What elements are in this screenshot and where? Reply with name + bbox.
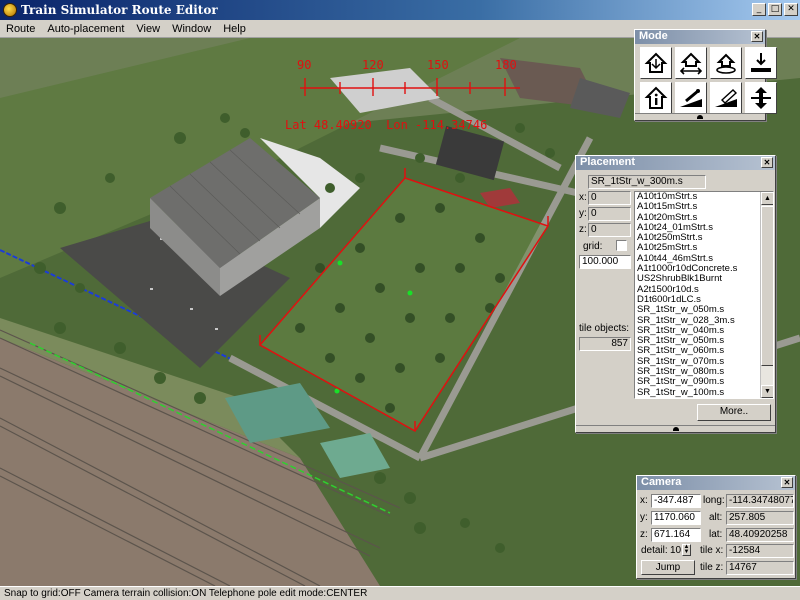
- mode-title-text: Mode: [639, 30, 668, 42]
- tile-objects-count: 857: [579, 337, 631, 351]
- object-list-scrollbar[interactable]: ▲ ▼: [760, 192, 773, 398]
- tile-objects-label: tile objects:: [579, 323, 630, 334]
- grid-size-input[interactable]: 100.000: [579, 255, 631, 269]
- window-title-bar: Train Simulator Route Editor _ □ ✕: [0, 0, 800, 20]
- compass-label-180: 180: [495, 58, 517, 72]
- status-bar: Snap to grid:OFF Camera terrain collisio…: [0, 586, 800, 600]
- placement-x-label: x:: [579, 192, 587, 203]
- info-icon: [644, 86, 668, 109]
- tile-z-field: 14767: [726, 561, 794, 575]
- camera-z-field[interactable]: 671.164: [651, 528, 701, 542]
- mode-rotate-button[interactable]: [710, 47, 742, 79]
- mode-raise-lower-button[interactable]: [745, 82, 777, 114]
- placement-close-button[interactable]: ✕: [761, 157, 773, 168]
- mode-move-button[interactable]: [675, 47, 707, 79]
- mode-close-button[interactable]: ✕: [751, 31, 763, 42]
- camera-lat-field: 48.40920258: [726, 528, 794, 542]
- detail-label: detail:: [641, 545, 668, 556]
- detail-spinner[interactable]: ▲ ▼: [682, 544, 691, 556]
- camera-panel: Camera ✕ x: -347.487 y: 1170.060 z: 671.…: [636, 475, 796, 579]
- mode-slope-button[interactable]: [675, 82, 707, 114]
- camera-z-label: z:: [640, 529, 648, 540]
- detail-value: 10: [670, 545, 682, 556]
- camera-long-field: -114.34748077: [726, 494, 794, 508]
- camera-lat-label: lat:: [709, 529, 723, 540]
- object-list[interactable]: A10t10mStrt.s A10t15mStrt.s A10t20mStrt.s A…: [634, 191, 774, 399]
- placement-panel-title: Placement ✕: [576, 156, 775, 170]
- jump-button[interactable]: Jump: [641, 560, 695, 575]
- placement-panel: Placement ✕ SR_1tStr_w_300m.s x: 0 y: 0 …: [575, 155, 776, 433]
- close-button[interactable]: ✕: [784, 3, 798, 16]
- placement-panel-grip[interactable]: [576, 425, 775, 432]
- app-icon: [3, 3, 17, 17]
- lower-object-icon: [751, 53, 771, 72]
- compass-label-150: 150: [427, 58, 449, 72]
- placement-z-field[interactable]: 0: [588, 223, 631, 237]
- maximize-button[interactable]: □: [768, 3, 782, 16]
- grid-label: grid:: [583, 241, 603, 252]
- lat-lon-readout: Lat 48.40920 Lon -114.34746: [285, 118, 488, 132]
- mode-panel: Mode ✕: [634, 29, 777, 121]
- tile-z-label: tile z:: [700, 562, 724, 573]
- tile-x-label: tile x:: [700, 545, 724, 556]
- minimize-button[interactable]: _: [752, 3, 766, 16]
- placement-y-field[interactable]: 0: [588, 207, 631, 221]
- mode-place-button[interactable]: [640, 47, 672, 79]
- placement-z-label: z:: [579, 224, 587, 235]
- compass-label-90: 90: [297, 58, 312, 72]
- mode-paint-button[interactable]: [710, 82, 742, 114]
- menu-route[interactable]: Route: [0, 21, 41, 37]
- camera-alt-label: alt:: [709, 512, 723, 523]
- mode-lower-button[interactable]: [745, 47, 777, 79]
- raise-lower-icon: [751, 87, 771, 109]
- grid-checkbox[interactable]: [616, 240, 627, 251]
- scroll-down-arrow[interactable]: ▼: [761, 385, 773, 398]
- tile-x-field: -12584: [726, 544, 794, 558]
- camera-x-label: x:: [640, 495, 648, 506]
- terrain-slope-icon: [680, 89, 702, 107]
- camera-y-field[interactable]: 1170.060: [651, 511, 701, 525]
- compass-label-120: 120: [362, 58, 384, 72]
- scroll-up-arrow[interactable]: ▲: [761, 192, 773, 205]
- mode-panel-title: Mode ✕: [635, 30, 765, 44]
- window-title: Train Simulator Route Editor: [21, 3, 218, 17]
- terrain-paint-icon: [715, 89, 738, 107]
- menu-window[interactable]: Window: [166, 21, 217, 37]
- selected-object-field: SR_1tStr_w_300m.s: [588, 175, 706, 189]
- placement-x-field[interactable]: 0: [588, 191, 631, 205]
- placement-y-label: y:: [579, 208, 587, 219]
- camera-alt-field: 257.805: [726, 511, 794, 525]
- move-object-icon: [679, 52, 703, 75]
- camera-y-label: y:: [640, 512, 648, 523]
- camera-title-text: Camera: [641, 476, 682, 488]
- more-button[interactable]: More..: [697, 404, 771, 421]
- camera-x-field[interactable]: -347.487: [651, 494, 701, 508]
- menu-view[interactable]: View: [130, 21, 166, 37]
- mode-panel-grip[interactable]: [635, 113, 765, 120]
- camera-panel-title: Camera ✕: [637, 476, 795, 490]
- menu-auto-placement[interactable]: Auto-placement: [41, 21, 130, 37]
- place-object-icon: [644, 52, 668, 73]
- placement-title-text: Placement: [580, 156, 636, 168]
- object-list-items: A10t10mStrt.s A10t15mStrt.s A10t20mStrt.s A…: [635, 192, 773, 398]
- list-item[interactable]: SR_1tStr_w_150m.s: [635, 397, 773, 398]
- camera-close-button[interactable]: ✕: [781, 477, 793, 488]
- camera-long-label: long:: [703, 495, 725, 506]
- rotate-object-icon: [716, 53, 736, 74]
- scroll-thumb[interactable]: [761, 206, 773, 366]
- mode-info-button[interactable]: [640, 82, 672, 114]
- menu-help[interactable]: Help: [217, 21, 252, 37]
